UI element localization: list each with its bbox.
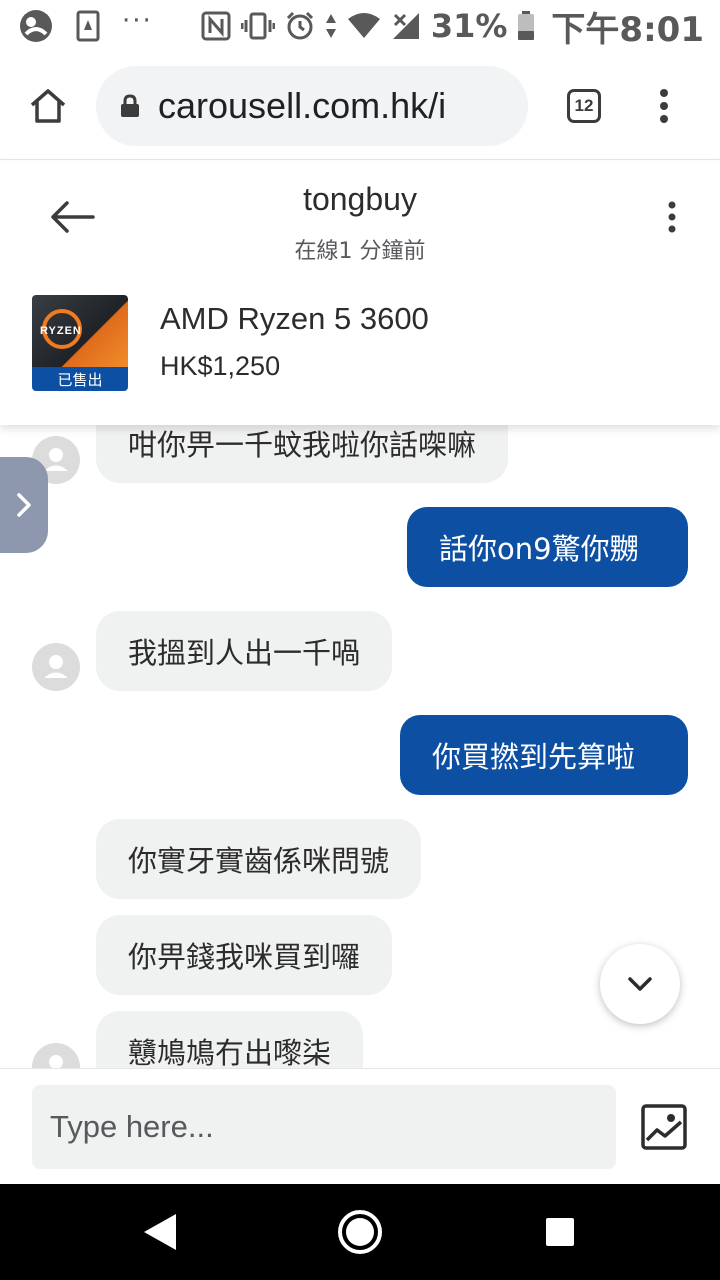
vertical-dots-icon: [668, 201, 676, 233]
data-arrows-icon: [325, 12, 337, 40]
message-bubble-incoming: 我搵到人出一千喎: [96, 611, 393, 691]
notification-icon: [18, 8, 54, 44]
message-bubble-incoming: 你實牙實齒係咪問號: [96, 819, 422, 899]
alarm-icon: [285, 11, 315, 41]
circle-home-icon: [338, 1210, 382, 1254]
sold-badge: 已售出: [32, 367, 128, 391]
status-bar: ··· 31% 下午8:01: [0, 0, 720, 52]
browser-toolbar: carousell.com.hk/i 12: [0, 52, 720, 160]
tab-switcher-button[interactable]: 12: [554, 76, 614, 136]
battery-percent: 31%: [430, 7, 508, 45]
square-recents-icon: [546, 1218, 574, 1246]
sim-icon: [76, 10, 100, 42]
chat-header: tongbuy 在線1 分鐘前 RYZEN 已售出 AMD Ryzen 5 36…: [0, 161, 720, 425]
message-composer: [0, 1068, 720, 1184]
listing-price: HK$1,250: [160, 351, 281, 381]
nfc-icon: [201, 11, 231, 41]
address-bar[interactable]: carousell.com.hk/i: [96, 65, 528, 146]
wifi-icon: [347, 12, 381, 40]
message-bubble-outgoing: 話你on9驚你嬲: [407, 507, 688, 587]
battery-icon: [517, 11, 535, 41]
listing-thumbnail[interactable]: RYZEN 已售出: [32, 295, 128, 391]
thumb-brand-text: RYZEN: [40, 325, 82, 337]
home-icon: [30, 88, 66, 123]
message-bubble-incoming: 咁你畀一千蚊我啦你話㗎嘛: [96, 425, 509, 483]
browser-menu-button[interactable]: [634, 76, 694, 136]
overflow-dots: ···: [122, 6, 153, 36]
listing-title[interactable]: AMD Ryzen 5 3600: [160, 301, 429, 337]
url-text: carousell.com.hk/i: [158, 84, 447, 126]
message-bubble-outgoing: 你買撚到先算啦: [400, 715, 688, 795]
chat-username[interactable]: tongbuy: [0, 181, 720, 218]
message-input[interactable]: [32, 1085, 616, 1169]
clock: 下午8:01: [551, 9, 704, 50]
scroll-to-bottom-button[interactable]: [600, 944, 680, 1024]
chevron-right-icon: [17, 493, 31, 517]
home-button[interactable]: [0, 58, 96, 154]
system-nav-bar: [0, 1184, 720, 1280]
avatar[interactable]: [32, 1043, 80, 1068]
tab-count: 12: [567, 88, 601, 123]
user-icon: [44, 655, 68, 678]
lock-icon: [120, 93, 140, 118]
online-status: 在線1 分鐘前: [294, 239, 426, 264]
chevron-down-icon: [628, 977, 652, 991]
avatar[interactable]: [32, 643, 80, 691]
signal-icon: [391, 11, 421, 41]
user-icon: [49, 1055, 63, 1068]
vibrate-icon: [240, 11, 275, 41]
triangle-back-icon: [144, 1214, 176, 1250]
message-bubble-incoming: 你畀錢我咪買到囉: [96, 915, 393, 995]
message-bubble-incoming: 戇鳩鳩冇出嚟柒: [96, 1011, 364, 1068]
nav-back-button[interactable]: [130, 1202, 190, 1262]
nav-home-button[interactable]: [330, 1202, 390, 1262]
nav-recents-button[interactable]: [530, 1202, 590, 1262]
image-upload-icon: [641, 1104, 687, 1150]
vertical-dots-icon: [660, 88, 668, 123]
side-drawer-tab[interactable]: [0, 457, 48, 553]
attach-photo-button[interactable]: [638, 1101, 690, 1153]
chat-more-button[interactable]: [648, 191, 696, 243]
